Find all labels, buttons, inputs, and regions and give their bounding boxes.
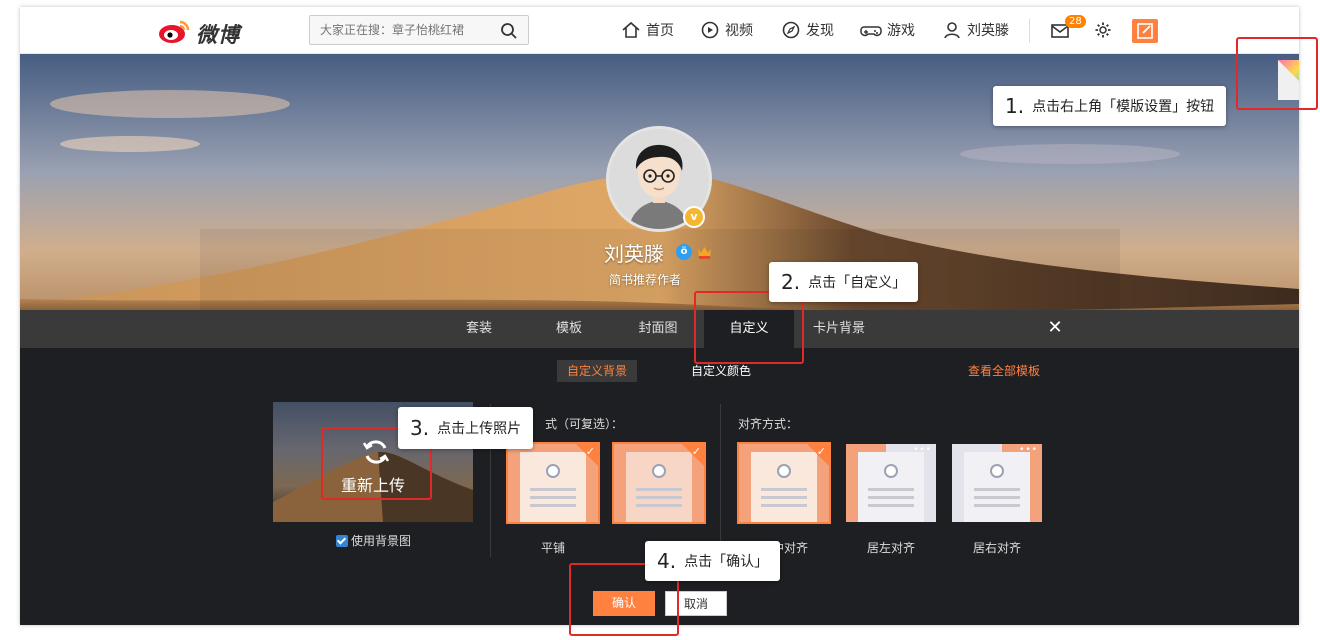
search-input[interactable] bbox=[320, 16, 490, 44]
preview-avatar bbox=[546, 464, 560, 478]
video-icon bbox=[701, 21, 719, 39]
align-option-left-label: 居左对齐 bbox=[866, 541, 915, 555]
highlight-template-settings bbox=[1236, 37, 1318, 110]
preview-line bbox=[868, 488, 914, 491]
compass-icon bbox=[782, 21, 800, 39]
annotation-step-2: 2. 点击「自定义」 bbox=[769, 262, 919, 302]
check-icon: ✓ bbox=[816, 445, 826, 458]
nav-divider bbox=[1029, 19, 1030, 43]
preview-page bbox=[858, 452, 924, 522]
logo-text: 微博 bbox=[196, 23, 240, 47]
preview-line bbox=[530, 504, 576, 507]
profile-description: 简书推荐作者 bbox=[609, 273, 682, 287]
preview-line bbox=[974, 496, 1020, 499]
preview-line bbox=[530, 488, 576, 491]
nav-discover[interactable]: 发现 bbox=[781, 20, 834, 40]
gear-icon[interactable] bbox=[1094, 21, 1112, 39]
weibo-logo[interactable]: 微博 bbox=[158, 17, 240, 47]
tab-template[interactable]: 模板 bbox=[544, 310, 594, 348]
preview-line bbox=[636, 504, 682, 507]
preview-line bbox=[868, 504, 914, 507]
annotation-step-2-text: 点击「自定义」 bbox=[808, 275, 907, 291]
style-option-lock[interactable]: ✓ bbox=[612, 442, 706, 524]
style-section-label: 式（可复选）： bbox=[545, 417, 624, 431]
use-background-label: 使用背景图 bbox=[351, 534, 412, 548]
align-option-left[interactable]: ••• bbox=[846, 444, 936, 522]
tab-suit[interactable]: 套装 bbox=[454, 310, 504, 348]
more-dots-icon: ••• bbox=[913, 445, 932, 455]
use-background-checkbox[interactable]: 使用背景图 bbox=[336, 532, 411, 549]
nav-video-label: 视频 bbox=[725, 23, 753, 39]
member-icon[interactable]: ö bbox=[676, 244, 692, 260]
preview-line bbox=[974, 488, 1020, 491]
checkbox-checked[interactable] bbox=[336, 534, 348, 547]
style-option-tile-label: 平铺 bbox=[540, 541, 565, 555]
home-icon bbox=[622, 21, 640, 38]
mail-badge: 28 bbox=[1065, 15, 1086, 28]
preview-line bbox=[974, 504, 1020, 507]
edit-icon bbox=[1137, 23, 1153, 39]
preview-avatar bbox=[652, 464, 666, 478]
tab-cover[interactable]: 封面图 bbox=[628, 310, 688, 348]
preview-line bbox=[636, 488, 682, 491]
profile-name: 刘英滕 bbox=[604, 242, 664, 266]
template-tabs: 套装 模板 封面图 自定义 卡片背景 ✕ bbox=[20, 310, 1299, 348]
nav-home[interactable]: 首页 bbox=[621, 20, 674, 40]
verified-badge: v bbox=[683, 206, 705, 228]
top-nav: 微博 首页 视频 发现 bbox=[20, 7, 1299, 54]
preview-avatar bbox=[990, 464, 1004, 478]
view-all-templates-link[interactable]: 查看全部模板 bbox=[968, 360, 1040, 382]
preview-line bbox=[636, 496, 682, 499]
annotation-step-1-number: 1. bbox=[1005, 94, 1025, 118]
close-icon[interactable]: ✕ bbox=[1046, 319, 1064, 337]
annotation-step-3: 3. 点击上传照片 bbox=[398, 407, 534, 449]
annotation-step-4: 4. 点击「确认」 bbox=[645, 541, 781, 581]
annotation-step-1-text: 点击右上角「模版设置」按钮 bbox=[1032, 99, 1215, 115]
annotation-step-4-text: 点击「确认」 bbox=[684, 554, 769, 570]
preview-line bbox=[761, 488, 807, 491]
style-option-tile[interactable]: ✓ bbox=[506, 442, 600, 524]
annotation-step-3-number: 3. bbox=[410, 416, 430, 440]
divider-right bbox=[720, 404, 721, 557]
annotation-step-2-number: 2. bbox=[781, 270, 801, 294]
align-section-label: 对齐方式： bbox=[738, 417, 799, 431]
crown-icon[interactable] bbox=[696, 244, 713, 260]
user-icon bbox=[944, 22, 960, 39]
nav-games-label: 游戏 bbox=[887, 23, 915, 39]
nav-home-label: 首页 bbox=[646, 23, 674, 39]
nav-discover-label: 发现 bbox=[806, 23, 834, 39]
align-option-right-label: 居右对齐 bbox=[972, 541, 1021, 555]
subtab-custom-background[interactable]: 自定义背景 bbox=[557, 360, 638, 382]
preview-line bbox=[761, 496, 807, 499]
tab-card-background[interactable]: 卡片背景 bbox=[804, 310, 874, 348]
search-box[interactable] bbox=[309, 15, 529, 45]
align-option-center[interactable]: ✓ bbox=[737, 442, 831, 524]
nav-games[interactable]: 游戏 bbox=[860, 20, 915, 40]
check-icon: ✓ bbox=[691, 445, 701, 458]
annotation-step-3-text: 点击上传照片 bbox=[437, 421, 522, 437]
preview-page bbox=[964, 452, 1030, 522]
preview-avatar bbox=[777, 464, 791, 478]
preview-line bbox=[530, 496, 576, 499]
gamepad-icon bbox=[860, 26, 882, 37]
annotation-step-4-number: 4. bbox=[657, 549, 677, 573]
search-icon[interactable] bbox=[500, 22, 518, 40]
preview-line bbox=[868, 496, 914, 499]
compose-button[interactable] bbox=[1132, 19, 1158, 43]
preview-avatar bbox=[884, 464, 898, 478]
nav-profile[interactable]: 刘英滕 bbox=[942, 20, 1009, 40]
check-icon: ✓ bbox=[585, 445, 595, 458]
align-option-right[interactable]: ••• bbox=[952, 444, 1042, 522]
annotation-step-1: 1. 点击右上角「模版设置」按钮 bbox=[993, 86, 1227, 126]
nav-video[interactable]: 视频 bbox=[700, 20, 753, 40]
nav-profile-label: 刘英滕 bbox=[967, 23, 1009, 39]
preview-line bbox=[761, 504, 807, 507]
weibo-logo-icon bbox=[159, 20, 190, 43]
more-dots-icon: ••• bbox=[1019, 445, 1038, 455]
